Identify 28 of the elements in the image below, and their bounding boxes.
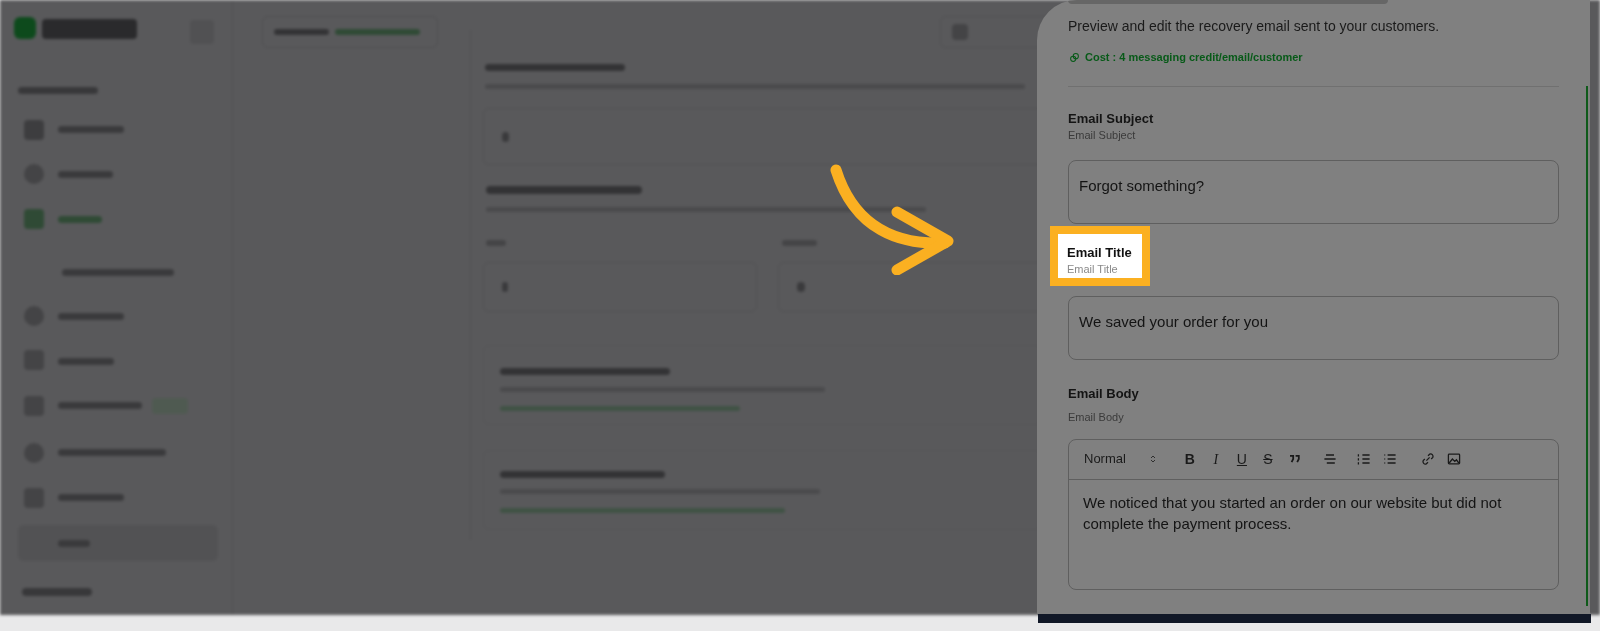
format-button[interactable]: B bbox=[1181, 448, 1198, 470]
link-icon bbox=[1419, 451, 1436, 467]
panel-subtitle: Preview and edit the recovery email sent to your customers. bbox=[1068, 17, 1441, 36]
field-label: Email Title bbox=[1067, 245, 1133, 261]
format-select[interactable]: Normal bbox=[1084, 449, 1158, 469]
ordered-list-button[interactable] bbox=[1355, 451, 1372, 467]
field-hint: Email Subject bbox=[1068, 128, 1137, 142]
field-label: Email Subject bbox=[1068, 110, 1155, 127]
field-hint: Email Title bbox=[1067, 263, 1119, 276]
format-button[interactable]: I bbox=[1207, 448, 1224, 470]
field-hint: Email Body bbox=[1068, 410, 1125, 425]
field-label: Email Body bbox=[1068, 384, 1140, 403]
ordered-list-icon bbox=[1355, 451, 1372, 467]
image-icon bbox=[1445, 451, 1462, 467]
text-input[interactable]: Forgot something? bbox=[1068, 159, 1559, 224]
bullet-list-button[interactable] bbox=[1381, 451, 1398, 467]
editor-text: We noticed that you started an order on our website but did not complete the payment process. bbox=[1082, 492, 1503, 534]
link-button[interactable] bbox=[1419, 451, 1436, 467]
bullet-list-icon bbox=[1381, 451, 1398, 467]
cost-text: Cost : 4 messaging credit/email/customer bbox=[1085, 50, 1303, 65]
rich-text-editor[interactable]: Normal B I U S We noticed that you started an order on our website but did not complete the payment process. bbox=[1068, 438, 1559, 590]
align-icon bbox=[1321, 451, 1338, 467]
align-button[interactable] bbox=[1321, 451, 1338, 467]
link-icon bbox=[1068, 50, 1081, 64]
image-button[interactable] bbox=[1445, 451, 1462, 467]
format-button[interactable]: S bbox=[1259, 448, 1276, 470]
text-input[interactable]: We saved your order for you bbox=[1068, 295, 1559, 360]
format-button[interactable]: U bbox=[1233, 448, 1250, 470]
